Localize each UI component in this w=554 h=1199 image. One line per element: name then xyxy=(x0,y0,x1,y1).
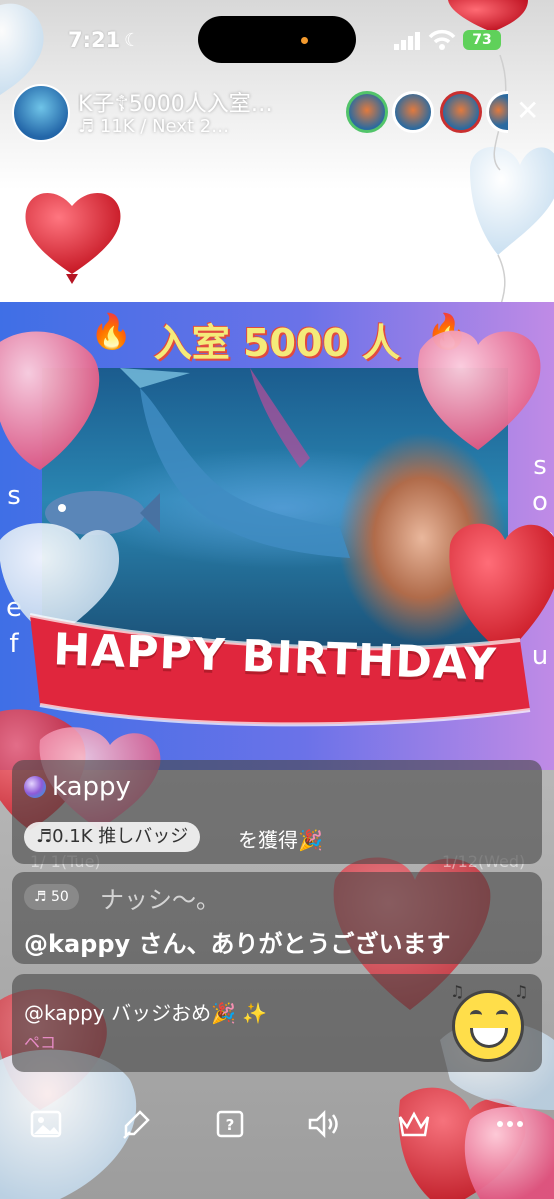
level-pill: ♬ 50 xyxy=(24,884,79,910)
balloon-blue-bottomleft xyxy=(0,1049,137,1199)
question-card-icon[interactable]: ? xyxy=(212,1106,248,1142)
emoji-eye xyxy=(496,1010,508,1020)
more-icon[interactable] xyxy=(492,1106,528,1142)
chat-username: ナッシ〜。 xyxy=(100,886,220,914)
chat-user[interactable]: kappy xyxy=(24,772,131,802)
microphone-icon[interactable] xyxy=(118,1106,154,1142)
heart-balloon-red-right xyxy=(449,523,554,655)
user-badge-icon xyxy=(24,776,46,798)
heart-balloon-pink-right xyxy=(418,330,541,450)
badge-pill: ♬0.1K 推しバッジ xyxy=(24,822,201,852)
heart-balloon-pink-left xyxy=(0,331,100,470)
music-note-icon: ♫ xyxy=(514,982,529,1001)
badge-earned-text: を獲得🎉 xyxy=(238,828,323,852)
speaker-icon[interactable] xyxy=(306,1106,342,1142)
chat-username: kappy xyxy=(52,772,131,802)
svg-text:?: ? xyxy=(226,1116,235,1134)
chat-message: @kappy バッジおめ🎉 ✨ xyxy=(24,1001,268,1025)
music-note-icon: ♫ xyxy=(450,982,465,1001)
chat-username: ペコ xyxy=(24,1033,57,1052)
chat-message: @kappy さん、ありがとうございます xyxy=(24,930,451,958)
image-icon[interactable] xyxy=(28,1106,64,1142)
emoji-eye xyxy=(470,1010,482,1020)
crown-icon[interactable] xyxy=(396,1106,432,1142)
